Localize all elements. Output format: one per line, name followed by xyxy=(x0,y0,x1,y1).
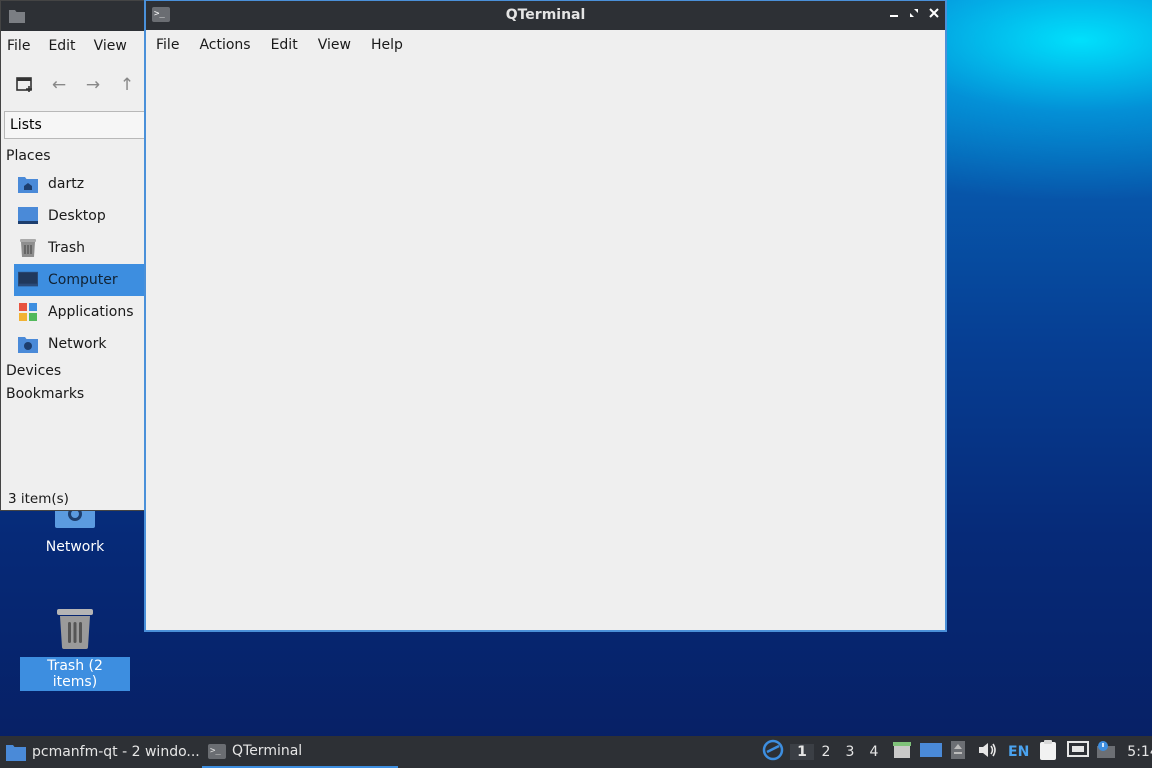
menu-view[interactable]: View xyxy=(318,37,351,53)
trash-can-icon xyxy=(893,742,911,758)
trash-applet[interactable] xyxy=(892,740,912,764)
folder-icon xyxy=(6,744,26,761)
place-label: Network xyxy=(48,336,107,352)
place-label: Computer xyxy=(48,272,118,288)
applications-icon xyxy=(18,302,38,322)
place-applications[interactable]: Applications xyxy=(14,296,145,328)
show-desktop-button[interactable] xyxy=(920,741,942,763)
desktop-icon xyxy=(18,206,38,226)
up-button[interactable]: ↑ xyxy=(117,75,137,95)
place-label: Desktop xyxy=(48,208,106,224)
lxqt-menu-button[interactable] xyxy=(762,739,784,765)
devices-header[interactable]: Devices xyxy=(1,360,145,383)
place-desktop[interactable]: Desktop xyxy=(14,200,145,232)
task-qterminal[interactable]: >_ QTerminal xyxy=(202,736,398,768)
trash-icon xyxy=(18,238,38,258)
workspace-3[interactable]: 3 xyxy=(838,744,862,760)
menu-view[interactable]: View xyxy=(94,38,127,54)
window-controls xyxy=(889,7,939,23)
maximize-button[interactable] xyxy=(909,7,919,23)
lxqt-logo-icon xyxy=(762,739,784,761)
close-icon xyxy=(929,8,939,18)
terminal-menubar: File Actions Edit View Help xyxy=(146,30,945,60)
clock[interactable]: 5:14 xyxy=(1127,744,1152,760)
place-label: dartz xyxy=(48,176,85,192)
task-label: pcmanfm-qt - 2 windo... xyxy=(32,744,200,760)
side-pane-mode-value: Lists xyxy=(10,117,42,133)
computer-icon xyxy=(18,270,38,290)
notifications-button[interactable] xyxy=(1095,740,1117,764)
volume-icon xyxy=(979,743,996,757)
new-tab-icon xyxy=(16,77,32,92)
clipboard-icon xyxy=(1040,740,1057,760)
place-label: Trash xyxy=(48,240,85,256)
network-icon xyxy=(18,334,38,354)
clipboard-button[interactable] xyxy=(1039,739,1057,765)
system-tray: 1 2 3 4 EN 5:14 xyxy=(762,736,1152,768)
workspace-4[interactable]: 4 xyxy=(862,744,886,760)
notification-icon xyxy=(1097,741,1116,758)
place-trash[interactable]: Trash xyxy=(14,232,145,264)
file-manager-window: File Edit View ← → ↑ Lists Places dartz … xyxy=(0,0,146,511)
bookmarks-header[interactable]: Bookmarks xyxy=(1,383,145,406)
menu-edit[interactable]: Edit xyxy=(48,38,75,54)
place-dartz[interactable]: dartz xyxy=(14,168,145,200)
terminal-icon: >_ xyxy=(208,743,226,759)
file-manager-toolbar: ← → ↑ xyxy=(1,61,145,109)
updates-button[interactable] xyxy=(950,740,966,764)
menu-file[interactable]: File xyxy=(7,38,30,54)
taskbar: pcmanfm-qt - 2 windo... >_ QTerminal 1 2… xyxy=(0,736,1152,768)
menu-edit[interactable]: Edit xyxy=(271,37,298,53)
terminal-area[interactable] xyxy=(146,60,945,630)
network-status-button[interactable] xyxy=(1067,740,1090,764)
trash-icon xyxy=(57,609,93,649)
wired-network-icon xyxy=(1067,741,1090,757)
maximize-icon xyxy=(910,9,918,17)
terminal-titlebar[interactable]: >_ QTerminal xyxy=(146,1,945,30)
new-tab-button[interactable] xyxy=(15,75,35,95)
minimize-button[interactable] xyxy=(889,7,899,23)
side-pane-mode-select[interactable]: Lists xyxy=(4,111,145,139)
menu-help[interactable]: Help xyxy=(371,37,403,53)
window-title: QTerminal xyxy=(505,7,586,23)
keyboard-layout[interactable]: EN xyxy=(1008,744,1029,760)
desktop-icon-label: Network xyxy=(45,539,105,555)
minimize-icon xyxy=(890,15,898,17)
desktop-trash-icon[interactable]: Trash (2 items) xyxy=(20,607,130,691)
places-header[interactable]: Places xyxy=(1,145,145,168)
menu-file[interactable]: File xyxy=(156,37,179,53)
back-button[interactable]: ← xyxy=(49,75,69,95)
close-button[interactable] xyxy=(929,7,939,23)
place-computer[interactable]: Computer xyxy=(14,264,145,296)
file-manager-menubar: File Edit View xyxy=(1,31,145,61)
home-folder-icon xyxy=(18,174,38,194)
workspace-2[interactable]: 2 xyxy=(814,744,838,760)
task-pcmanfm[interactable]: pcmanfm-qt - 2 windo... xyxy=(0,736,200,768)
status-bar-text: 3 item(s) xyxy=(8,491,69,507)
back-arrow-icon: ← xyxy=(51,75,67,95)
up-arrow-icon: ↑ xyxy=(119,75,135,95)
forward-arrow-icon: → xyxy=(85,75,101,95)
file-manager-titlebar[interactable] xyxy=(1,1,145,31)
workspace-1[interactable]: 1 xyxy=(790,744,814,760)
desktop-icon-label: Trash (2 items) xyxy=(20,657,130,691)
place-label: Applications xyxy=(48,304,134,320)
menu-actions[interactable]: Actions xyxy=(199,37,250,53)
forward-button[interactable]: → xyxy=(83,75,103,95)
task-label: QTerminal xyxy=(232,743,303,759)
show-desktop-icon xyxy=(920,743,942,757)
volume-button[interactable] xyxy=(978,741,998,763)
terminal-window: >_ QTerminal File Actions Edit View Help xyxy=(144,0,947,632)
place-network[interactable]: Network xyxy=(14,328,145,360)
updates-icon xyxy=(951,741,965,759)
folder-icon xyxy=(9,10,25,23)
